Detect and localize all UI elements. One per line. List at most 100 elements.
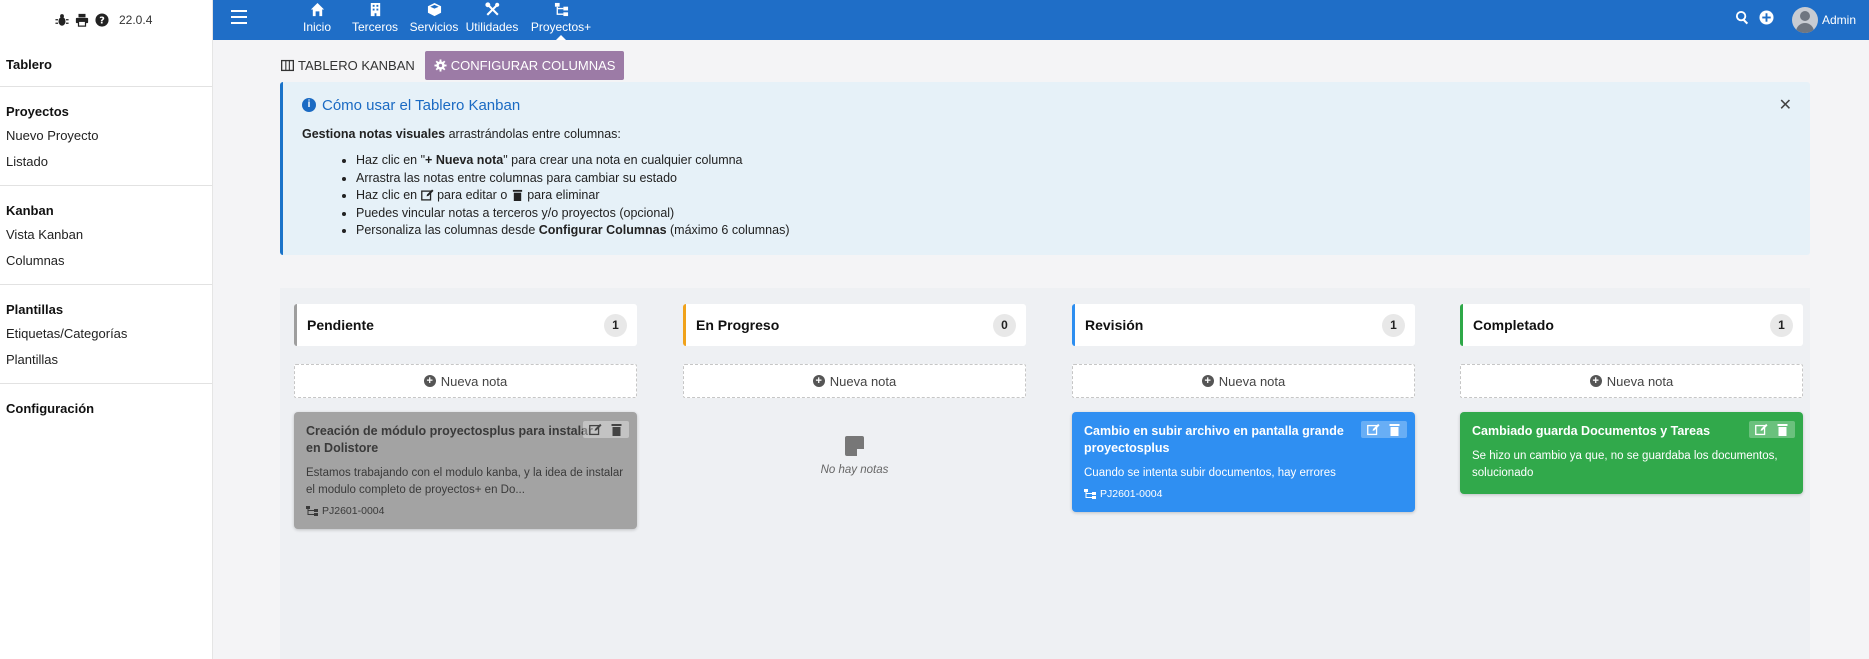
column-title: Revisión [1085, 317, 1144, 333]
column-header: Pendiente 1 [294, 304, 637, 346]
project-tree-icon [1084, 489, 1096, 499]
card-project-ref[interactable]: PJ2601-0004 [1084, 488, 1403, 500]
new-note-label: Nueva nota [829, 373, 897, 389]
help-bold: + Nueva nota [425, 153, 504, 167]
edit-icon[interactable] [1367, 423, 1380, 436]
note-card[interactable]: Creación de módulo proyectosplus para in… [294, 412, 637, 529]
list-item: Arrastra las notas entre columnas para c… [356, 170, 1790, 188]
add-circle-icon: + [1201, 375, 1214, 387]
sidebar-section: Proyectos Nuevo Proyecto Listado [0, 87, 212, 186]
edit-icon[interactable] [1755, 423, 1768, 436]
nav-terceros[interactable]: Terceros [346, 0, 404, 40]
nav-inicio[interactable]: Inicio [297, 0, 337, 40]
sidebar-item[interactable]: Etiquetas/Categorías [6, 321, 212, 347]
new-note-button[interactable]: + Nueva nota [1460, 364, 1803, 398]
card-title: Creación de módulo proyectosplus para in… [306, 424, 593, 455]
search-icon[interactable] [1735, 10, 1750, 25]
kanban-help-alert: i Cómo usar el Tablero Kanban ✕ Gestiona… [280, 82, 1810, 255]
nav-servicios-label: Servicios [409, 20, 459, 34]
menu-toggle-icon[interactable] [231, 10, 247, 24]
sidebar-item[interactable]: Vista Kanban [6, 222, 212, 248]
sidebar-section: Tablero [0, 40, 212, 87]
sidebar-head-kanban[interactable]: Kanban [6, 200, 212, 222]
new-note-label: Nueva nota [1606, 373, 1674, 389]
card-actions [583, 421, 629, 438]
new-note-label: Nueva nota [440, 373, 508, 389]
new-note-button[interactable]: + Nueva nota [294, 364, 637, 398]
sidebar-item[interactable]: Nuevo Proyecto [6, 123, 212, 149]
user-menu[interactable]: Admin [1791, 5, 1856, 35]
trash-icon[interactable] [610, 423, 623, 436]
sidebar-item[interactable]: Plantillas [6, 347, 212, 373]
nav-utilidades[interactable]: Utilidades [465, 0, 519, 40]
gear-icon [434, 59, 447, 72]
nav-terceros-label: Terceros [351, 20, 398, 34]
column-header: En Progreso 0 [683, 304, 1026, 346]
view-tabs: TABLERO KANBAN CONFIGURAR COLUMNAS [279, 51, 625, 80]
help-text: para editar o [433, 188, 511, 203]
help-text: (máximo 6 columnas) [666, 223, 790, 238]
bug-icon[interactable] [55, 13, 69, 27]
kanban-column: Revisión 1 + Nueva nota Cambio en subir arch… [1072, 304, 1415, 512]
nav-servicios[interactable]: Servicios [405, 0, 463, 40]
sidebar-item[interactable]: Listado [6, 149, 212, 175]
sidebar-head-plantillas[interactable]: Plantillas [6, 299, 212, 321]
cube-icon [427, 2, 441, 17]
help-list: Haz clic en "+ Nueva nota" para crear un… [302, 152, 1790, 240]
tab-configurar-columnas-label: CONFIGURAR COLUMNAS [450, 58, 616, 73]
top-navbar: Inicio Terceros Servicios Utilidades Pro… [213, 0, 1869, 40]
note-card[interactable]: Cambio en subir archivo en pantalla gran… [1072, 412, 1415, 512]
card-description: Se hizo un cambio ya que, no se guardaba… [1472, 450, 1778, 479]
column-header: Revisión 1 [1072, 304, 1415, 346]
alert-lead-rest: arrastrándolas entre columnas: [445, 127, 621, 141]
card-description: Cuando se intenta subir documentos, hay … [1084, 467, 1336, 479]
column-header: Completado 1 [1460, 304, 1803, 346]
sidebar-section: Plantillas Etiquetas/Categorías Plantillas [0, 285, 212, 384]
alert-lead: Gestiona notas visuales arrastrándolas e… [302, 127, 1790, 141]
card-actions [1361, 421, 1407, 438]
sidebar-item[interactable]: Columnas [6, 248, 212, 274]
version-label: 22.0.4 [119, 13, 153, 27]
avatar [1791, 7, 1818, 33]
nav-proyectos-plus-label: Proyectos+ [530, 20, 592, 34]
sidebar-head-configuración[interactable]: Configuración [6, 398, 212, 420]
trash-icon [512, 190, 522, 202]
column-count-badge: 1 [1382, 313, 1405, 337]
note-card[interactable]: Cambiado guarda Documentos y Tareas Se hi… [1460, 412, 1803, 494]
sidebar-section: Kanban Vista Kanban Columnas [0, 186, 212, 285]
sticky-note-icon [845, 436, 864, 456]
card-title: Cambio en subir archivo en pantalla gran… [1084, 424, 1344, 455]
alert-title-text: Cómo usar el Tablero Kanban [322, 96, 521, 114]
project-tree-icon [554, 2, 568, 17]
tab-tablero-kanban[interactable]: TABLERO KANBAN [279, 51, 417, 80]
left-sidebar: ? 22.0.4 Tablero Proyectos Nuevo Proyecto L… [0, 0, 213, 659]
close-icon[interactable]: ✕ [1779, 95, 1792, 115]
sidebar-head-tablero[interactable]: Tablero [6, 54, 212, 76]
help-text: Personaliza las columnas desde [356, 223, 539, 238]
info-icon: i [302, 98, 316, 112]
new-note-button[interactable]: + Nueva nota [683, 364, 1026, 398]
new-note-button[interactable]: + Nueva nota [1072, 364, 1415, 398]
tab-configurar-columnas[interactable]: CONFIGURAR COLUMNAS [424, 51, 625, 80]
tab-tablero-kanban-label: TABLERO KANBAN [298, 58, 415, 73]
project-tree-icon [306, 506, 318, 516]
svg-text:?: ? [99, 16, 105, 27]
add-circle-icon[interactable] [1759, 10, 1774, 25]
column-title: Pendiente [307, 317, 374, 333]
home-icon [310, 2, 324, 17]
card-ref-label: PJ2601-0004 [1100, 488, 1163, 500]
edit-icon[interactable] [589, 423, 602, 436]
sidebar-toolbar: ? 22.0.4 [0, 0, 212, 40]
print-icon[interactable] [75, 13, 89, 27]
list-item: Personaliza las columnas desde Configura… [356, 222, 1790, 240]
nav-proyectos-plus[interactable]: Proyectos+ [529, 0, 593, 40]
building-icon [370, 2, 380, 17]
help-icon[interactable]: ? [95, 13, 109, 27]
sidebar-head-proyectos[interactable]: Proyectos [6, 101, 212, 123]
column-count-badge: 0 [993, 313, 1016, 337]
column-count-badge: 1 [1770, 313, 1793, 337]
trash-icon[interactable] [1776, 423, 1789, 436]
trash-icon[interactable] [1388, 423, 1401, 436]
card-project-ref[interactable]: PJ2601-0004 [306, 505, 625, 517]
add-circle-icon: + [423, 375, 436, 387]
